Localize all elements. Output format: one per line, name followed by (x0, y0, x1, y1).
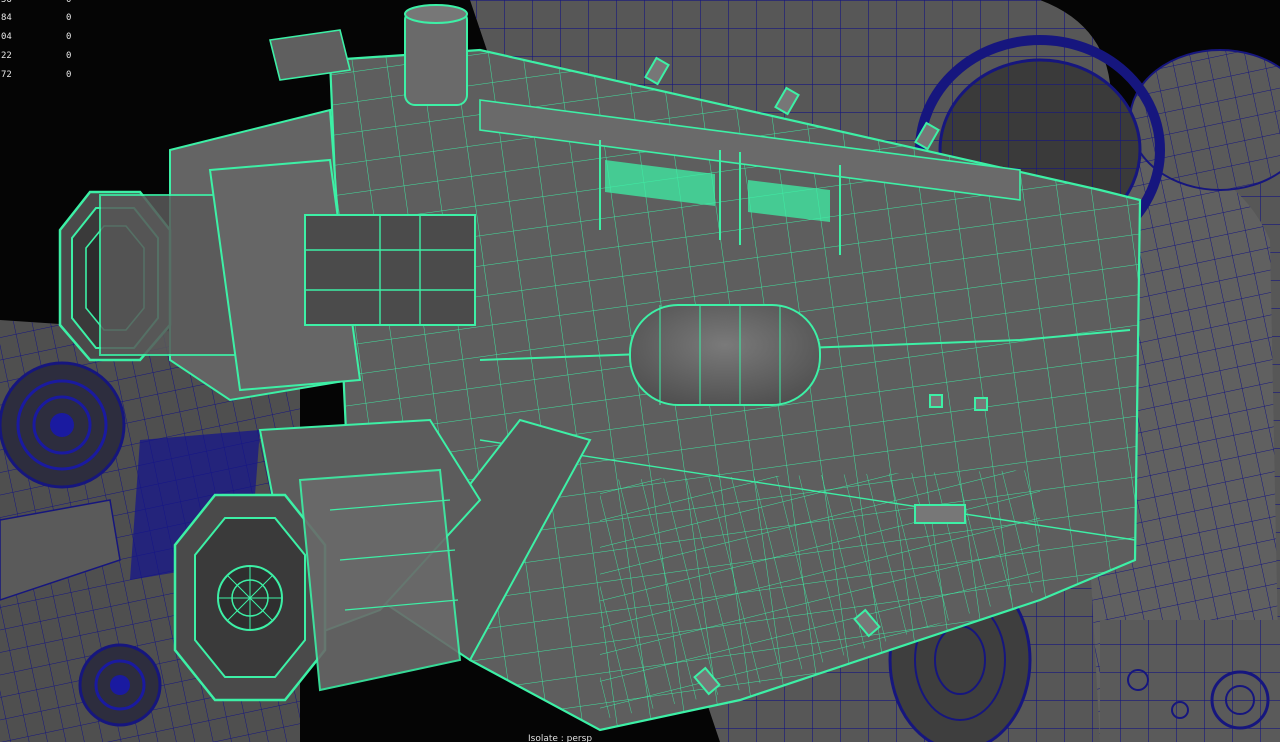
hud-row-label: 56 (1, 0, 12, 5)
3d-viewport[interactable]: 56 0 84 0 04 0 22 0 72 0 Isolate : persp (0, 0, 1280, 742)
hud-row: 04 0 (0, 32, 90, 44)
hud-row-value: 0 (66, 0, 72, 5)
hud-row-label: 04 (1, 32, 12, 42)
hud-row: 72 0 (0, 70, 90, 82)
hud-row-label: 84 (1, 13, 12, 23)
hud-row-value: 0 (66, 32, 72, 42)
scene-render[interactable] (0, 0, 1280, 742)
hud-row: 56 0 (0, 0, 90, 7)
hud-row-value: 0 (66, 70, 72, 80)
camera-label: Isolate : persp (528, 734, 593, 742)
hud-row-value: 0 (66, 51, 72, 61)
hud-row-value: 0 (66, 13, 72, 23)
hud-row-label: 22 (1, 51, 12, 61)
hud-row: 22 0 (0, 51, 90, 63)
hud-row-label: 72 (1, 70, 12, 80)
hud-row: 84 0 (0, 13, 90, 25)
